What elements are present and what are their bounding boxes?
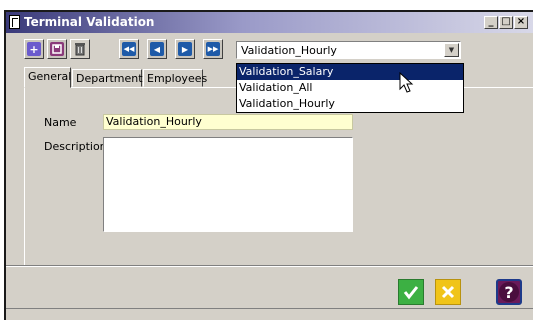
tab-employees[interactable]: Employees [143, 69, 207, 87]
tab-department[interactable]: Department [72, 69, 143, 87]
close-button[interactable]: × [514, 16, 528, 29]
name-field[interactable]: Validation_Hourly [103, 114, 353, 130]
validation-selector-value: Validation_Hourly [241, 44, 337, 57]
first-record-icon: ◀◀ [122, 42, 136, 56]
chevron-down-icon[interactable]: ▼ [444, 43, 459, 57]
footer-divider-highlight [6, 266, 533, 267]
add-icon: + [27, 42, 41, 56]
mouse-cursor-icon [399, 72, 414, 93]
trash-icon [73, 42, 87, 56]
save-button[interactable] [47, 39, 67, 59]
last-record-icon: ▶▶ [206, 42, 220, 56]
next-record-icon: ▶ [178, 42, 192, 56]
x-icon [441, 285, 455, 299]
question-mark-icon: ? [499, 282, 519, 302]
title-bar[interactable]: Terminal Validation _ □ × [6, 12, 533, 33]
last-record-button[interactable]: ▶▶ [203, 39, 223, 59]
minimize-button[interactable]: _ [484, 16, 498, 29]
toolbar: + ◀◀ ◀ ▶ ▶▶ Validation_Hourly ▼ [6, 35, 533, 65]
checkmark-icon [403, 286, 419, 300]
cancel-button[interactable] [435, 279, 461, 305]
bottom-divider [6, 308, 533, 309]
tab-general[interactable]: General [24, 67, 71, 88]
previous-record-icon: ◀ [150, 42, 164, 56]
description-field[interactable] [103, 137, 353, 232]
dropdown-option-all[interactable]: Validation_All [237, 80, 463, 96]
add-button[interactable]: + [24, 39, 44, 59]
ok-button[interactable] [398, 279, 424, 305]
description-label: Description [44, 140, 107, 153]
maximize-button[interactable]: □ [499, 16, 513, 29]
validation-selector[interactable]: Validation_Hourly ▼ [236, 41, 461, 59]
terminal-validation-window: Terminal Validation _ □ × + ◀◀ ◀ ▶ ▶▶ Va… [4, 10, 533, 320]
save-icon [50, 42, 64, 56]
app-icon [9, 15, 20, 29]
dropdown-option-salary[interactable]: Validation_Salary [237, 64, 463, 80]
window-title: Terminal Validation [24, 15, 155, 29]
validation-dropdown-list: Validation_Salary Validation_All Validat… [236, 63, 464, 113]
first-record-button[interactable]: ◀◀ [119, 39, 139, 59]
delete-button[interactable] [70, 39, 90, 59]
previous-record-button[interactable]: ◀ [147, 39, 167, 59]
dropdown-option-hourly[interactable]: Validation_Hourly [237, 96, 463, 112]
help-button[interactable]: ? [496, 279, 522, 305]
name-label: Name [44, 116, 77, 129]
next-record-button[interactable]: ▶ [175, 39, 195, 59]
